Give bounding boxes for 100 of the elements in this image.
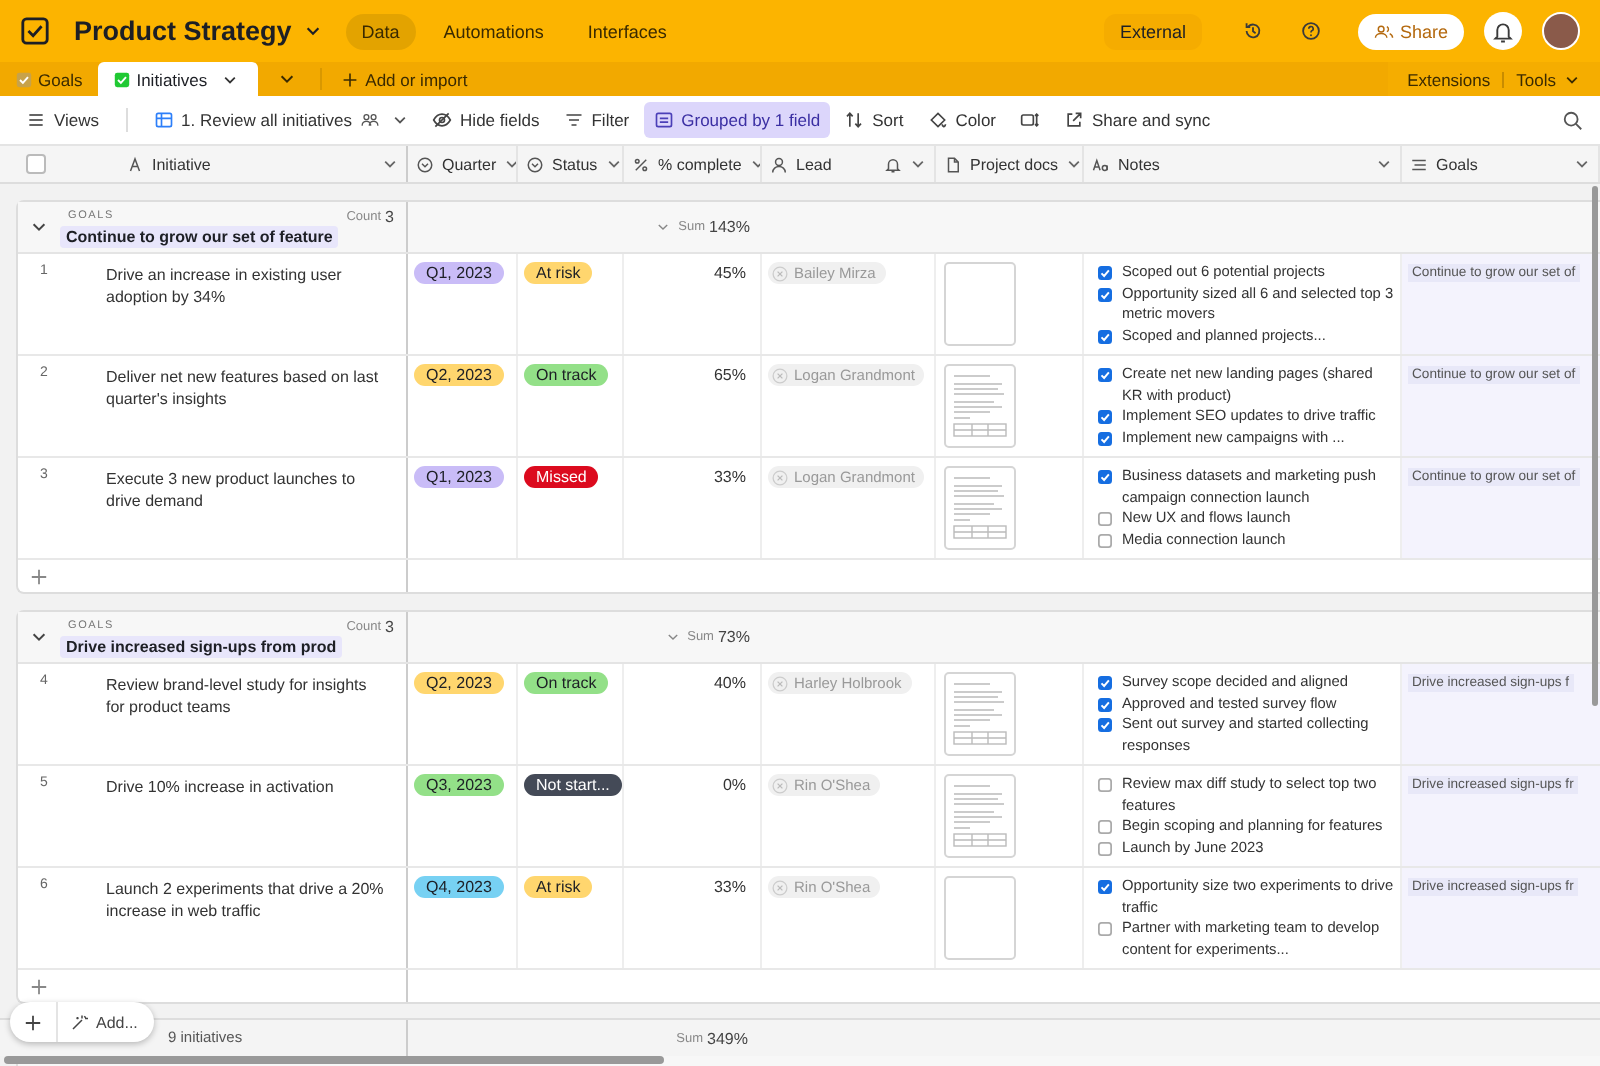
checkbox[interactable] [1098, 697, 1112, 711]
initiative-cell[interactable]: Drive an increase in existing user adoption by 34% [106, 264, 400, 346]
checkbox[interactable] [1098, 266, 1112, 280]
select-all-checkbox[interactable] [26, 154, 46, 174]
checkbox[interactable] [1098, 676, 1112, 690]
document-thumbnail[interactable] [944, 364, 1016, 448]
checkbox[interactable] [1098, 512, 1112, 526]
toolbar-button[interactable]: Color [917, 102, 1006, 138]
views-button[interactable]: Views [16, 102, 110, 138]
vertical-scrollbar[interactable] [1592, 186, 1598, 706]
percent-cell: 40% [713, 674, 746, 692]
status-tag: Not start... [524, 774, 622, 796]
nav-tab[interactable]: Automations [427, 13, 560, 49]
count-value: 3 [385, 617, 394, 635]
add-row-icon[interactable] [30, 567, 48, 585]
checkbox-logo-icon[interactable] [20, 16, 50, 46]
extensions-button[interactable]: Extensions [1395, 69, 1503, 89]
status-tag: On track [524, 672, 609, 694]
checkbox[interactable] [1098, 841, 1112, 855]
sort-icon [844, 110, 865, 130]
checkbox[interactable] [1098, 329, 1112, 343]
checkbox[interactable] [1098, 410, 1112, 424]
checkbox[interactable] [1098, 470, 1112, 484]
checkbox[interactable] [1098, 820, 1112, 834]
people-icon [1373, 23, 1394, 39]
column-header[interactable]: Initiative [0, 146, 408, 182]
toolbar-button[interactable]: Filter [553, 102, 640, 138]
checkbox[interactable] [1098, 880, 1112, 894]
nav-tab[interactable]: Interfaces [571, 13, 683, 49]
checkbox[interactable] [1098, 778, 1112, 792]
row-height-icon [1020, 110, 1040, 130]
add-row-icon[interactable] [30, 977, 48, 995]
notifications-icon[interactable] [1484, 12, 1522, 50]
list-icon [1410, 155, 1428, 173]
checkbox[interactable] [1098, 922, 1112, 936]
caret-icon [1574, 156, 1590, 172]
group-title: Continue to grow our set of feature [60, 226, 339, 248]
table-tab[interactable]: Goals [0, 62, 99, 96]
add-or-import-button[interactable]: Add or import [329, 62, 480, 96]
filter-icon [563, 110, 584, 130]
toolbar-button[interactable]: Sort [834, 102, 914, 138]
percent-cell: 33% [713, 878, 746, 896]
document-thumbnail[interactable] [944, 672, 1016, 756]
checkbox[interactable] [1098, 431, 1112, 445]
document-icon [944, 155, 962, 173]
tools-button[interactable]: Tools [1504, 69, 1592, 89]
percent-icon [632, 155, 650, 173]
plus-icon [24, 1013, 42, 1031]
collapse-caret-icon[interactable] [30, 628, 48, 646]
status-tag: At risk [524, 876, 593, 898]
view-switcher-button[interactable]: 1. Review all initiatives [143, 102, 419, 138]
column-header[interactable]: Notes [1084, 146, 1402, 182]
blank-document-thumbnail[interactable] [944, 876, 1016, 960]
document-thumbnail[interactable] [944, 466, 1016, 550]
document-thumbnail[interactable] [944, 774, 1016, 858]
toolbar-button[interactable]: Grouped by 1 field [643, 102, 831, 138]
table-tab[interactable]: Initiatives [98, 62, 258, 96]
quarter-tag: Q2, 2023 [414, 364, 504, 386]
user-avatar[interactable] [1542, 12, 1580, 50]
sum-value: 143% [709, 218, 750, 236]
search-icon[interactable] [1562, 109, 1584, 131]
nav-tab[interactable]: Data [345, 13, 416, 49]
blank-document-thumbnail[interactable] [944, 262, 1016, 346]
caret-icon [605, 156, 622, 172]
checkbox[interactable] [1098, 718, 1112, 732]
initiative-cell[interactable]: Execute 3 new product launches to drive demand [106, 468, 400, 550]
caret-icon [504, 156, 516, 172]
quarter-tag: Q4, 2023 [414, 876, 504, 898]
toolbar-button[interactable]: Share and sync [1054, 102, 1221, 138]
share-button[interactable]: Share [1357, 13, 1464, 49]
history-icon[interactable] [1241, 20, 1264, 42]
base-title[interactable]: Product Strategy [74, 16, 292, 46]
caret-icon [1066, 156, 1082, 172]
collapse-caret-icon[interactable] [30, 218, 48, 236]
checkbox[interactable] [1098, 287, 1112, 301]
caret-icon [392, 112, 409, 128]
chevron-circle-icon [526, 155, 544, 173]
external-button[interactable]: External [1103, 13, 1202, 49]
column-header[interactable]: Project docs [936, 146, 1084, 182]
caret-icon[interactable] [221, 71, 238, 87]
caret-icon[interactable] [303, 22, 322, 40]
group-icon [653, 110, 674, 130]
column-header[interactable]: % complete [624, 146, 762, 182]
column-header[interactable]: Goals [1402, 146, 1600, 182]
initiative-cell[interactable]: Drive 10% increase in activation [106, 776, 346, 858]
checkbox[interactable] [1098, 368, 1112, 382]
more-tables-caret-icon[interactable] [277, 70, 296, 88]
column-header[interactable]: Status [518, 146, 624, 182]
status-tag: At risk [524, 262, 593, 284]
column-header[interactable]: Quarter [408, 146, 518, 182]
column-header[interactable]: Lead [762, 146, 936, 182]
horizontal-scrollbar[interactable] [4, 1056, 664, 1064]
checkbox[interactable] [1098, 533, 1112, 547]
toolbar-button[interactable]: Hide fields [422, 102, 550, 138]
help-icon[interactable] [1299, 20, 1322, 42]
person-icon [770, 155, 788, 173]
initiative-cell[interactable]: Review brand-level study for insights for product teams [106, 674, 400, 756]
percent-cell: 0% [722, 776, 746, 794]
initiative-cell[interactable]: Deliver net new features based on last quarter's insights [106, 366, 400, 448]
initiative-cell[interactable]: Launch 2 experiments that drive a 20% increase in web traffic [106, 878, 400, 960]
